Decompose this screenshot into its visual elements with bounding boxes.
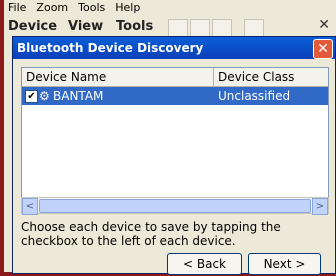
menu-file[interactable]: File	[8, 0, 26, 16]
toolbar-device[interactable]: Device	[8, 19, 57, 34]
horizontal-scrollbar[interactable]: < >	[21, 197, 329, 215]
menu-tools[interactable]: Tools	[78, 0, 105, 16]
table-row[interactable]: ✔ ⚙ BANTAM Unclassified	[22, 87, 328, 105]
scroll-thumb[interactable]	[39, 199, 311, 213]
instructions-text: Choose each device to save by tapping th…	[21, 220, 281, 248]
menu-zoom[interactable]: Zoom	[36, 0, 68, 16]
toolbar-view[interactable]: View	[68, 19, 103, 34]
dialog-close-button[interactable]: ✕	[313, 39, 333, 59]
list-header: Device Name Device Class	[22, 68, 328, 87]
toolbar-tools[interactable]: Tools	[116, 19, 153, 34]
toolbar: Device View Tools ✕	[4, 17, 334, 37]
delete-icon[interactable]	[212, 19, 232, 37]
device-name: BANTAM	[53, 89, 104, 103]
close-icon[interactable]: ✕	[318, 17, 330, 33]
bluetooth-discovery-dialog: Bluetooth Device Discovery ✕ Device Name…	[12, 36, 336, 275]
dialog-title: Bluetooth Device Discovery	[17, 41, 204, 55]
menu-help[interactable]: Help	[115, 0, 140, 16]
menu-bar: File Zoom Tools Help	[4, 0, 336, 16]
scroll-right-icon[interactable]: >	[312, 198, 328, 215]
column-header-device-name[interactable]: Device Name	[26, 68, 106, 86]
back-button[interactable]: < Back	[167, 253, 242, 275]
device-class: Unclassified	[218, 89, 291, 103]
column-header-device-class[interactable]: Device Class	[218, 68, 294, 86]
scroll-left-icon[interactable]: <	[22, 198, 38, 215]
device-checkbox[interactable]: ✔	[25, 90, 38, 103]
toolbar-button-2[interactable]	[190, 19, 210, 37]
bluetooth-device-icon: ⚙	[39, 89, 50, 103]
next-button[interactable]: Next >	[248, 253, 321, 275]
column-divider[interactable]	[213, 68, 214, 86]
device-list: Device Name Device Class ✔ ⚙ BANTAM Uncl…	[21, 67, 329, 199]
dialog-title-bar: Bluetooth Device Discovery ✕	[13, 37, 335, 59]
toolbar-button-1[interactable]	[168, 19, 188, 37]
link-icon[interactable]	[244, 19, 264, 37]
